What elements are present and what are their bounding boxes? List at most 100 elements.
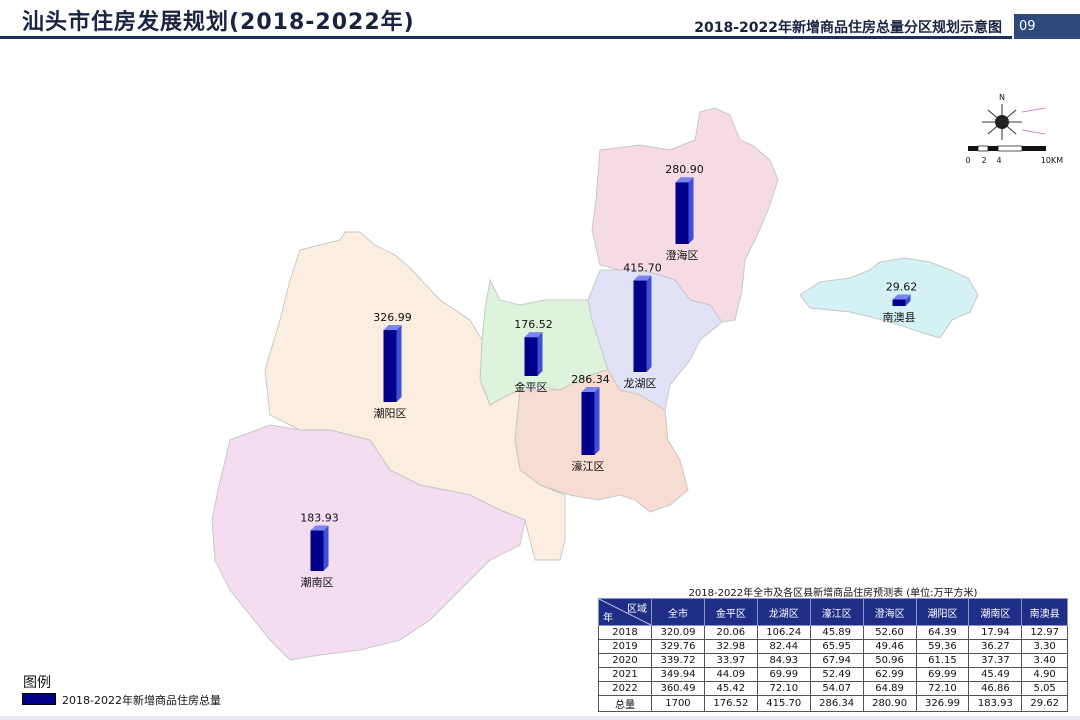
district-label-chaoyang: 潮阳区 — [374, 406, 407, 420]
bottom-rule — [0, 716, 1080, 720]
legend-swatch — [22, 693, 56, 705]
table-cell: 17.94 — [968, 625, 1023, 640]
district-label-chenghai: 澄海区 — [666, 248, 699, 262]
table-cell: 1700 — [651, 695, 705, 712]
table-cell: 61.15 — [915, 653, 970, 668]
table-cell: 349.94 — [651, 667, 705, 682]
table-cell: 29.62 — [1021, 695, 1068, 712]
table-cell: 183.93 — [968, 695, 1023, 712]
table-cell: 64.89 — [862, 681, 917, 696]
column-header: 澄海区 — [862, 598, 917, 626]
table-cell: 45.49 — [968, 667, 1023, 682]
row-label: 2021 — [598, 667, 652, 682]
table-cell: 44.09 — [703, 667, 758, 682]
scale-tick-2: 2 — [981, 156, 986, 165]
bar-chaoyang — [383, 325, 402, 402]
table-cell: 67.94 — [809, 653, 864, 668]
table-cell: 280.90 — [862, 695, 917, 712]
column-header: 南澳县 — [1021, 598, 1068, 626]
row-label: 2019 — [598, 639, 652, 654]
table-total-row: 总量 1700 176.52 415.70 286.34 280.90 326.… — [598, 695, 1068, 712]
district-label-haojiang: 濠江区 — [572, 459, 605, 473]
table-cell: 52.60 — [862, 625, 917, 640]
table-cell: 69.99 — [915, 667, 970, 682]
table-cell: 62.99 — [862, 667, 917, 682]
scale-tick-4: 4 — [996, 156, 1001, 165]
district-label-jinping: 金平区 — [515, 380, 548, 394]
bar-front — [581, 392, 595, 455]
value-label-longhu: 415.70 — [623, 262, 662, 275]
table-cell: 12.97 — [1021, 625, 1068, 640]
table-cell: 3.40 — [1021, 653, 1068, 668]
bar-front — [310, 530, 324, 571]
table-cell: 360.49 — [651, 681, 705, 696]
bar-side — [396, 325, 402, 402]
scale-bar: 0 2 4 10KM — [965, 145, 1063, 165]
column-header: 龙湖区 — [756, 598, 811, 626]
table-caption: 2018-2022年全市及各区县新增商品住房预测表 (单位:万平方米) — [688, 588, 978, 599]
table-cell: 49.46 — [862, 639, 917, 654]
district-nanao-area[interactable] — [799, 257, 979, 339]
table-cell: 329.76 — [651, 639, 705, 654]
table-cell: 72.10 — [756, 681, 811, 696]
district-label-longhu: 龙湖区 — [624, 377, 657, 390]
table-cell: 5.05 — [1021, 681, 1068, 696]
bar-chaonan — [310, 525, 329, 571]
bar-front — [675, 182, 689, 244]
table-cell: 37.37 — [968, 653, 1023, 668]
corner-region-label: 区域 — [627, 604, 647, 615]
value-label-chaoyang: 326.99 — [373, 311, 412, 324]
table-cell: 36.27 — [968, 639, 1023, 654]
column-header: 潮阳区 — [915, 598, 970, 626]
table-cell: 84.93 — [756, 653, 811, 668]
bar-front — [892, 299, 906, 306]
table-cell: 82.44 — [756, 639, 811, 654]
value-label-chaonan: 183.93 — [300, 512, 339, 525]
table-cell: 46.86 — [968, 681, 1023, 696]
table-cell: 326.99 — [915, 695, 970, 712]
forecast-table: 区域 年 全市 金平区 龙湖区 濠江区 澄海区 潮阳区 潮南区 南澳县 2018… — [598, 598, 1068, 712]
table-cell: 4.90 — [1021, 667, 1068, 682]
column-header: 濠江区 — [809, 598, 864, 626]
bar-side — [646, 275, 652, 372]
table-cell: 176.52 — [703, 695, 758, 712]
north-label: N — [999, 93, 1005, 102]
value-label-chenghai: 280.90 — [665, 163, 704, 176]
table-cell: 3.30 — [1021, 639, 1068, 654]
bar-front — [633, 280, 647, 372]
legend-title: 图例 — [23, 675, 51, 691]
bar-side — [594, 387, 600, 455]
row-label: 2018 — [598, 625, 652, 640]
table-cell: 286.34 — [809, 695, 864, 712]
table-cell: 106.24 — [756, 625, 811, 640]
bar-front — [524, 337, 538, 376]
table-cell: 65.95 — [809, 639, 864, 654]
table-header-row: 区域 年 全市 金平区 龙湖区 濠江区 澄海区 潮阳区 潮南区 南澳县 — [598, 598, 1068, 626]
bar-front — [383, 330, 397, 402]
column-header: 潮南区 — [968, 598, 1023, 626]
value-label-nanao: 29.62 — [886, 280, 918, 293]
row-label: 2020 — [598, 653, 652, 668]
bar-longhu — [633, 275, 652, 372]
district-label-chaonan: 潮南区 — [301, 575, 334, 589]
table-cell: 415.70 — [756, 695, 811, 712]
table-cell: 339.72 — [651, 653, 705, 668]
district-label-nanao: 南澳县 — [883, 311, 916, 324]
table-cell: 45.42 — [703, 681, 758, 696]
row-label: 2022 — [598, 681, 652, 696]
table-cell: 50.96 — [862, 653, 917, 668]
table-cell: 20.06 — [703, 625, 758, 640]
table-cell: 59.36 — [915, 639, 970, 654]
bar-haojiang — [581, 387, 600, 455]
bar-chenghai — [675, 177, 694, 244]
table-corner-cell: 区域 年 — [598, 598, 652, 626]
bar-side — [323, 525, 329, 571]
table-row: 2021 349.94 44.09 69.99 52.49 62.99 69.9… — [598, 667, 1068, 682]
table-cell: 52.49 — [809, 667, 864, 682]
table-cell: 320.09 — [651, 625, 705, 640]
value-label-haojiang: 286.34 — [571, 373, 610, 386]
legend-label: 2018-2022年新增商品住房总量 — [62, 694, 221, 707]
table-cell: 72.10 — [915, 681, 970, 696]
row-label: 总量 — [598, 695, 652, 712]
table-row: 2019 329.76 32.98 82.44 65.95 49.46 59.3… — [598, 639, 1068, 654]
